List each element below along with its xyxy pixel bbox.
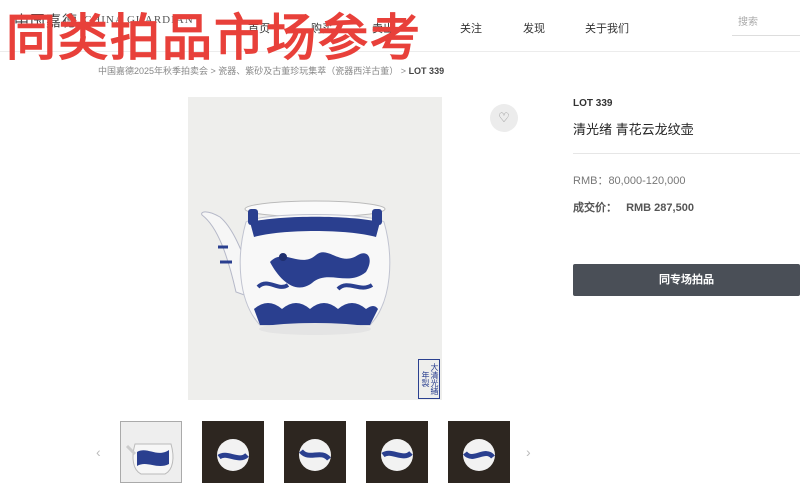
sold-price: 成交价： RMB 287,500	[573, 199, 694, 215]
thumbnail-1[interactable]	[120, 421, 182, 483]
chevron-right-icon[interactable]: ›	[526, 444, 531, 460]
nav-follow[interactable]: 关注	[460, 20, 482, 36]
thumbnail-image	[217, 439, 249, 471]
favorite-button[interactable]: ♡	[490, 104, 518, 132]
sold-label: 成交价：	[573, 202, 617, 214]
thumbnail-image	[463, 439, 495, 471]
chevron-left-icon[interactable]: ‹	[96, 444, 101, 460]
divider	[573, 153, 800, 154]
same-session-lots-button[interactable]: 同专场拍品	[573, 264, 800, 296]
thumbnail-4[interactable]	[366, 421, 428, 483]
thumbnail-3[interactable]	[284, 421, 346, 483]
breadcrumb-path[interactable]: 中国嘉德2025年秋季拍卖会 > 瓷器、紫砂及古董珍玩集萃（瓷器西洋古董） >	[98, 66, 406, 76]
nav-discover[interactable]: 发现	[523, 20, 545, 36]
breadcrumb: 中国嘉德2025年秋季拍卖会 > 瓷器、紫砂及古董珍玩集萃（瓷器西洋古董） > …	[98, 64, 444, 77]
thumbnail-image	[125, 443, 174, 475]
estimate: RMB：80,000-120,000	[573, 175, 686, 187]
lot-title: 清光绪 青花云龙纹壶	[573, 122, 694, 137]
search-input[interactable]: 搜索	[732, 10, 800, 36]
thumbnail-5[interactable]	[448, 421, 510, 483]
thumbnail-image	[299, 439, 331, 471]
thumbnail-2[interactable]	[202, 421, 264, 483]
main-product-image[interactable]: 大清光緒年製	[188, 97, 442, 400]
sold-value: RMB 287,500	[626, 202, 694, 214]
thumbnail-image	[381, 439, 413, 471]
teapot-illustration	[201, 200, 391, 335]
heart-icon: ♡	[498, 110, 510, 125]
lot-number: LOT 339	[573, 98, 613, 109]
reign-mark-seal: 大清光緒年製	[418, 359, 440, 399]
nav-about[interactable]: 关于我们	[585, 20, 629, 36]
breadcrumb-current: LOT 339	[408, 66, 445, 76]
